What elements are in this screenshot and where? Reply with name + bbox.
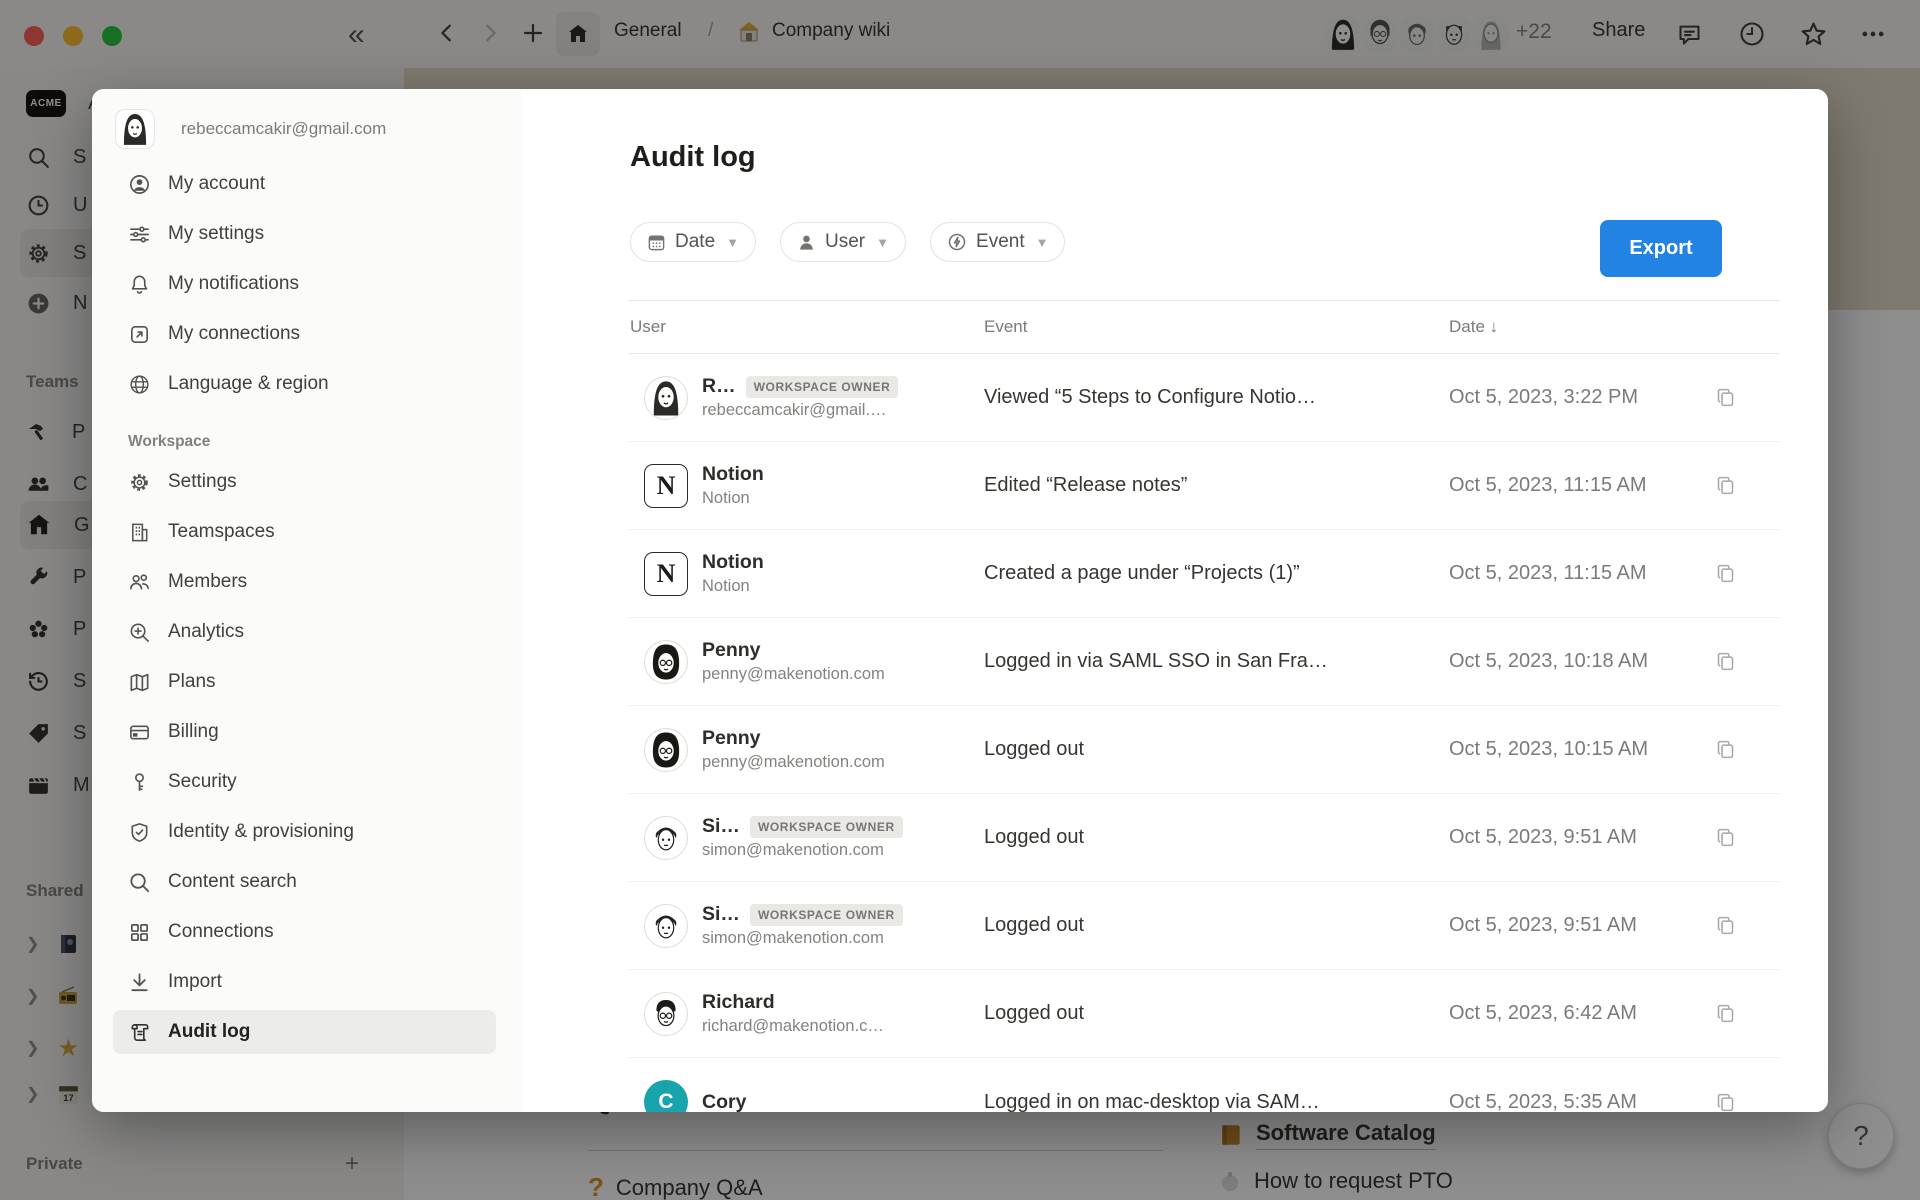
workspace-owner-badge: WORKSPACE OWNER <box>750 816 903 838</box>
avatar <box>644 904 688 948</box>
copy-icon[interactable] <box>1715 827 1736 848</box>
nav-item-content-search[interactable]: Content search <box>92 857 522 907</box>
table-row[interactable]: Si…WORKSPACE OWNER simon@makenotion.com … <box>628 794 1780 882</box>
calendar-icon <box>647 233 666 252</box>
credit-card-icon <box>128 721 151 744</box>
table-row[interactable]: N Notion Notion Edited “Release notes” O… <box>628 442 1780 530</box>
table-row[interactable]: C Cory Logged in on mac-desktop via SAM…… <box>628 1058 1780 1112</box>
avatar <box>644 992 688 1036</box>
settings-modal: rebeccamcakir@gmail.com My account My se… <box>92 89 1828 1112</box>
filter-chips: Date ▼ User ▼ Event ▼ <box>630 222 1065 262</box>
copy-icon[interactable] <box>1715 563 1736 584</box>
person-circle-icon <box>128 173 151 196</box>
shield-check-icon <box>128 821 151 844</box>
nav-item-settings[interactable]: Settings <box>92 457 522 507</box>
chevron-down-icon: ▼ <box>726 235 739 250</box>
nav-item-plans[interactable]: Plans <box>92 657 522 707</box>
filter-date[interactable]: Date ▼ <box>630 222 756 262</box>
globe-icon <box>128 373 151 396</box>
lightning-circle-icon <box>947 232 967 252</box>
page-title: Audit log <box>630 141 756 174</box>
avatar <box>644 376 688 420</box>
map-icon <box>128 671 151 694</box>
search-icon <box>128 871 151 894</box>
notion-logo-avatar: N <box>644 464 688 508</box>
gear-icon <box>128 471 151 494</box>
nav-item-billing[interactable]: Billing <box>92 707 522 757</box>
table-row[interactable]: Penny penny@makenotion.com Logged out Oc… <box>628 706 1780 794</box>
header-user[interactable]: User <box>628 317 984 337</box>
nav-item-identity-provisioning[interactable]: Identity & provisioning <box>92 807 522 857</box>
nav-item-my-notifications[interactable]: My notifications <box>92 259 522 309</box>
nav-item-security[interactable]: Security <box>92 757 522 807</box>
avatar <box>644 816 688 860</box>
nav-item-analytics[interactable]: Analytics <box>92 607 522 657</box>
settings-nav: rebeccamcakir@gmail.com My account My se… <box>92 89 522 1112</box>
sliders-icon <box>128 223 151 246</box>
audit-table: User Event Date ↓ R…WORKSPACE OWNER rebe… <box>628 300 1780 1112</box>
workspace-owner-badge: WORKSPACE OWNER <box>746 376 899 398</box>
nav-item-audit-log[interactable]: Audit log <box>92 1007 522 1057</box>
nav-item-my-settings[interactable]: My settings <box>92 209 522 259</box>
nav-item-teamspaces[interactable]: Teamspaces <box>92 507 522 557</box>
nav-item-members[interactable]: Members <box>92 557 522 607</box>
person-icon <box>797 233 816 252</box>
bell-icon <box>128 273 151 296</box>
audit-log-panel: Audit log Date ▼ User ▼ Event ▼ Export U… <box>522 89 1828 1112</box>
account-avatar <box>115 109 155 149</box>
copy-icon[interactable] <box>1715 475 1736 496</box>
nav-item-import[interactable]: Import <box>92 957 522 1007</box>
filter-event[interactable]: Event ▼ <box>930 222 1065 262</box>
copy-icon[interactable] <box>1715 387 1736 408</box>
table-row[interactable]: Si…WORKSPACE OWNER simon@makenotion.com … <box>628 882 1780 970</box>
table-row[interactable]: Penny penny@makenotion.com Logged in via… <box>628 618 1780 706</box>
copy-icon[interactable] <box>1715 1092 1736 1113</box>
nav-item-language-region[interactable]: Language & region <box>92 359 522 409</box>
copy-icon[interactable] <box>1715 651 1736 672</box>
audit-log-scroll-icon <box>128 1021 151 1044</box>
account-email: rebeccamcakir@gmail.com <box>181 119 386 139</box>
arrow-out-box-icon <box>128 323 151 346</box>
copy-icon[interactable] <box>1715 1003 1736 1024</box>
nav-item-my-account[interactable]: My account <box>92 159 522 209</box>
copy-icon[interactable] <box>1715 915 1736 936</box>
import-arrow-icon <box>128 971 151 994</box>
avatar <box>644 728 688 772</box>
magnifier-plus-icon <box>128 621 151 644</box>
chevron-down-icon: ▼ <box>876 235 889 250</box>
avatar <box>644 640 688 684</box>
chevron-down-icon: ▼ <box>1036 235 1049 250</box>
export-button[interactable]: Export <box>1600 220 1722 277</box>
notion-logo-avatar: N <box>644 552 688 596</box>
account-header: rebeccamcakir@gmail.com <box>92 103 522 159</box>
table-header: User Event Date ↓ <box>628 300 1780 354</box>
grid-icon <box>128 921 151 944</box>
workspace-section-label: Workspace <box>128 433 522 451</box>
table-row[interactable]: N Notion Notion Created a page under “Pr… <box>628 530 1780 618</box>
nav-item-connections[interactable]: Connections <box>92 907 522 957</box>
table-row[interactable]: R…WORKSPACE OWNER rebeccamcakir@gmail.… … <box>628 354 1780 442</box>
filter-user[interactable]: User ▼ <box>780 222 906 262</box>
workspace-owner-badge: WORKSPACE OWNER <box>750 904 903 926</box>
header-date[interactable]: Date ↓ <box>1449 317 1780 337</box>
sort-desc-icon: ↓ <box>1490 317 1499 337</box>
key-icon <box>128 771 151 794</box>
nav-item-my-connections[interactable]: My connections <box>92 309 522 359</box>
members-icon <box>128 571 151 594</box>
copy-icon[interactable] <box>1715 739 1736 760</box>
building-icon <box>128 521 151 544</box>
table-row[interactable]: Richard richard@makenotion.c… Logged out… <box>628 970 1780 1058</box>
avatar: C <box>644 1080 688 1112</box>
header-event[interactable]: Event <box>984 317 1449 337</box>
